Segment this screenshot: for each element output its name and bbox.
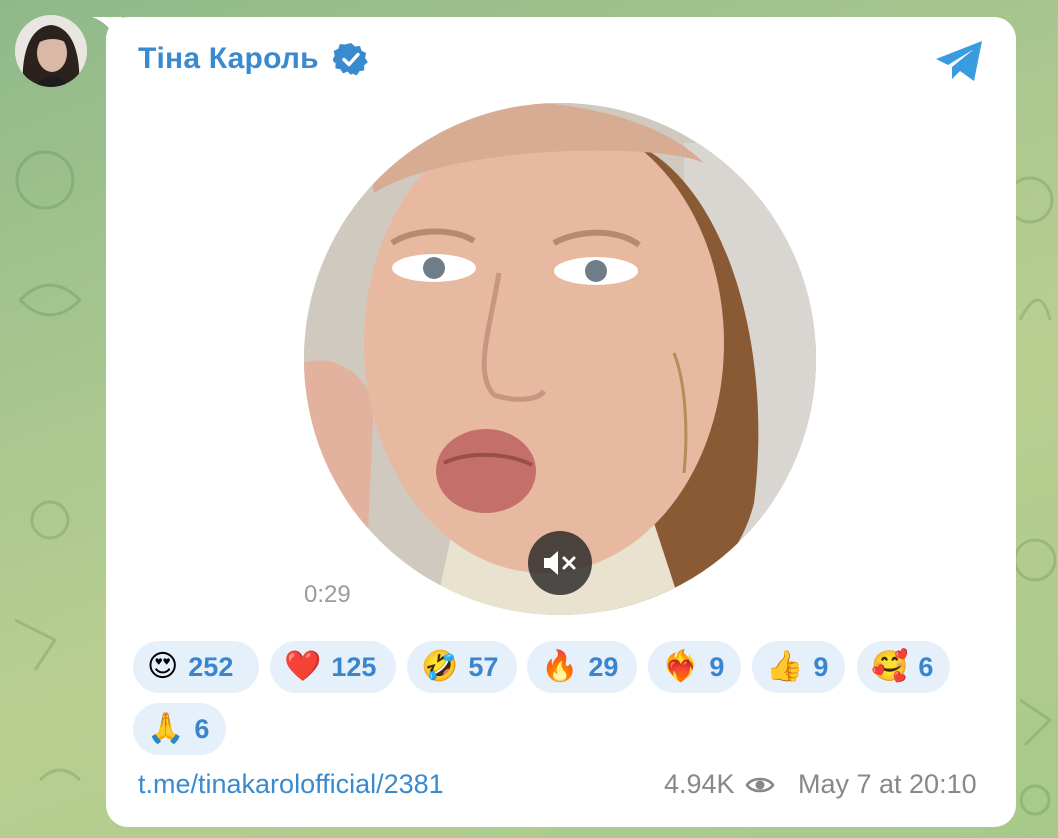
post-date: May 7 at 20:10: [798, 769, 977, 799]
heart-eyes-emoji-icon: 😍: [147, 649, 179, 684]
view-count: 4.94K: [664, 769, 775, 800]
reaction-count: 125: [331, 651, 377, 682]
eye-icon: [745, 777, 775, 792]
reaction-count: 9: [709, 651, 725, 682]
reaction-count: 6: [194, 713, 210, 744]
reaction-red-heart[interactable]: ❤️ 125: [270, 641, 396, 693]
post-link[interactable]: t.me/tinakarolofficial/2381: [138, 769, 444, 800]
reaction-count: 9: [813, 651, 829, 682]
avatar-image: [15, 15, 87, 87]
thumbs-up-emoji-icon: 👍: [766, 649, 804, 684]
heart-on-fire-emoji-icon: ❤️‍🔥: [662, 649, 700, 684]
message-header: Тіна Кароль: [138, 41, 369, 77]
channel-avatar[interactable]: [15, 15, 87, 87]
reaction-count: 252: [188, 651, 234, 682]
view-count-value: 4.94K: [664, 769, 735, 799]
smiling-hearts-emoji-icon: 🥰: [871, 649, 909, 684]
reaction-rofl[interactable]: 🤣 57: [407, 641, 517, 693]
reaction-count: 57: [468, 651, 499, 682]
unmute-button[interactable]: [528, 531, 592, 595]
red-heart-emoji-icon: ❤️: [284, 649, 322, 684]
rofl-emoji-icon: 🤣: [421, 649, 459, 684]
message-bubble: Тіна Кароль 0:29 😍 252 ❤️ 125 🤣 57 🔥 29 …: [106, 17, 1016, 827]
reaction-fire[interactable]: 🔥 29: [527, 641, 637, 693]
fire-emoji-icon: 🔥: [541, 649, 579, 684]
reaction-count: 6: [918, 651, 934, 682]
reaction-count: 29: [588, 651, 619, 682]
reaction-heart-eyes[interactable]: 😍 252: [133, 641, 259, 693]
channel-name[interactable]: Тіна Кароль: [138, 42, 319, 76]
verified-badge-icon: [332, 43, 368, 76]
telegram-icon[interactable]: [934, 39, 986, 83]
reaction-folded-hands[interactable]: 🙏 6: [133, 703, 226, 755]
muted-speaker-icon: [544, 551, 576, 575]
reaction-thumbs-up[interactable]: 👍 9: [752, 641, 845, 693]
reaction-smiling-hearts[interactable]: 🥰 6: [857, 641, 950, 693]
video-duration: 0:29: [304, 581, 351, 608]
reaction-heart-on-fire[interactable]: ❤️‍🔥 9: [648, 641, 741, 693]
folded-hands-emoji-icon: 🙏: [147, 711, 185, 746]
